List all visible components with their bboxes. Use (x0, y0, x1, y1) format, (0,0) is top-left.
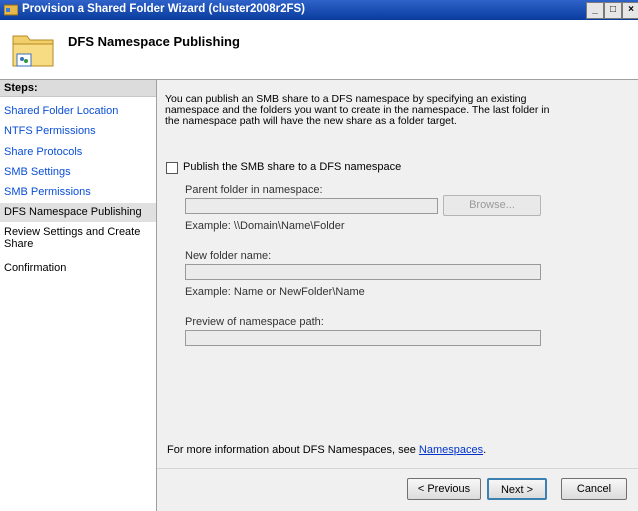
new-folder-input[interactable] (185, 264, 541, 280)
next-button[interactable]: Next > (487, 478, 547, 500)
step-dfs-namespace-publishing: DFS Namespace Publishing (0, 203, 156, 222)
parent-folder-label: Parent folder in namespace: (185, 184, 323, 196)
step-shared-folder-location[interactable]: Shared Folder Location (4, 105, 152, 117)
minimize-button[interactable]: _ (586, 2, 604, 19)
more-info-text: For more information about DFS Namespace… (167, 444, 486, 456)
browse-button[interactable]: Browse... (443, 195, 541, 216)
page-title: DFS Namespace Publishing (68, 34, 240, 49)
footer-divider (157, 468, 638, 469)
intro-text: You can publish an SMB share to a DFS na… (165, 93, 550, 127)
step-share-protocols[interactable]: Share Protocols (4, 146, 152, 158)
steps-sidebar: Steps: Shared Folder Location NTFS Permi… (0, 80, 157, 511)
step-confirmation: Confirmation (4, 262, 67, 274)
previous-button[interactable]: < Previous (407, 478, 481, 500)
window-title: Provision a Shared Folder Wizard (cluste… (22, 3, 306, 15)
more-info-prefix: For more information about DFS Namespace… (167, 444, 419, 456)
wizard-icon (4, 4, 18, 16)
namespaces-link[interactable]: Namespaces (419, 444, 483, 456)
preview-label: Preview of namespace path: (185, 316, 324, 328)
title-bar: Provision a Shared Folder Wizard (cluste… (0, 0, 638, 20)
wizard-header: DFS Namespace Publishing (0, 20, 638, 80)
new-folder-example: Example: Name or NewFolder\Name (185, 286, 365, 298)
publish-checkbox[interactable] (166, 162, 178, 174)
preview-path-field (185, 330, 541, 346)
step-ntfs-permissions[interactable]: NTFS Permissions (4, 125, 152, 137)
publish-checkbox-label[interactable]: Publish the SMB share to a DFS namespace (183, 161, 401, 173)
more-info-suffix: . (483, 444, 487, 456)
step-review-settings: Review Settings and Create Share (4, 226, 141, 250)
shared-folder-icon (12, 35, 54, 67)
wizard-content: You can publish an SMB share to a DFS na… (157, 80, 638, 511)
new-folder-label: New folder name: (185, 250, 272, 262)
cancel-button[interactable]: Cancel (561, 478, 627, 500)
step-smb-settings[interactable]: SMB Settings (4, 166, 152, 178)
parent-folder-example: Example: \\Domain\Name\Folder (185, 220, 345, 232)
parent-folder-input[interactable] (185, 198, 438, 214)
maximize-button[interactable]: □ (604, 2, 622, 19)
close-button[interactable]: × (622, 2, 638, 19)
steps-heading: Steps: (0, 80, 156, 97)
step-smb-permissions[interactable]: SMB Permissions (4, 186, 152, 198)
